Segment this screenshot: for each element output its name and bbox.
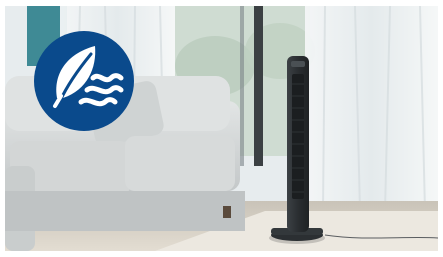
leaf-wind-icon (34, 31, 134, 131)
window-frame (254, 6, 263, 166)
room-scene (5, 6, 438, 251)
product-photo (5, 6, 438, 251)
